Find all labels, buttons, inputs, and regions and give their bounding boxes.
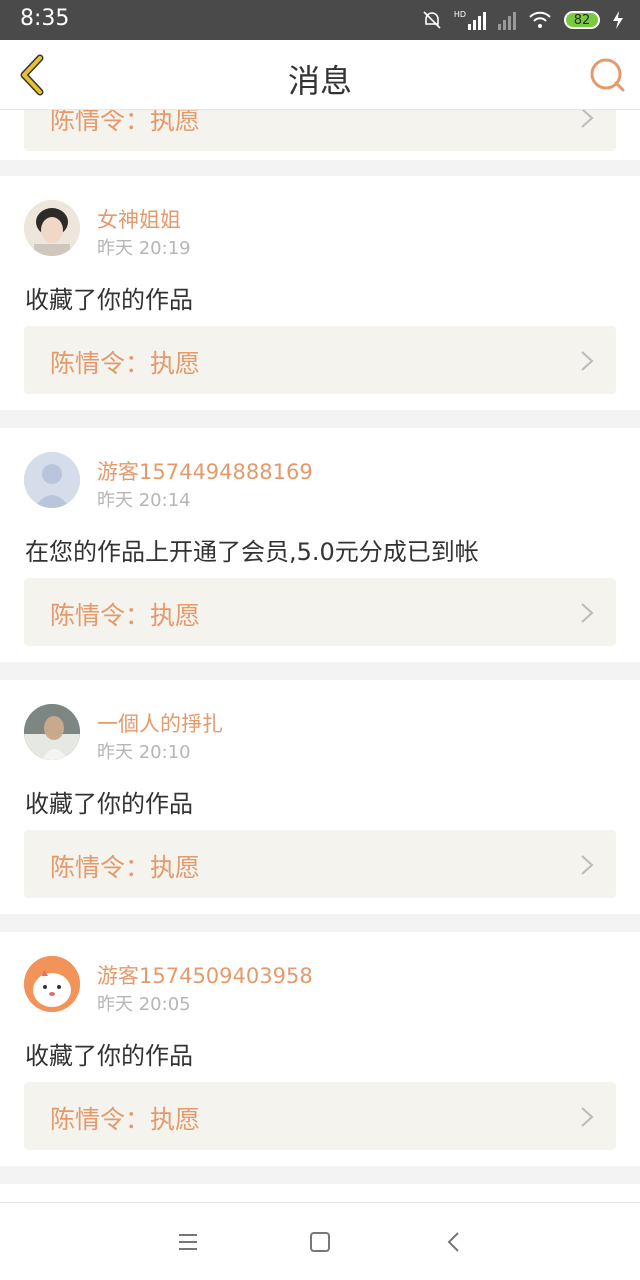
user-photo-icon <box>24 200 80 256</box>
message-list[interactable]: 陈情令：执愿 女神姐姐 昨天 20:19 收藏了你的作品 陈情令：执愿 游客15… <box>0 110 640 1202</box>
work-title: 陈情令：执愿 <box>50 601 201 630</box>
message-text: 收藏了你的作品 <box>25 1042 193 1070</box>
page-title: 消息 <box>287 62 352 100</box>
list-item: 陈情令：执愿 <box>0 110 640 160</box>
message-text: 在您的作品上开通了会员,5.0元分成已到帐 <box>25 538 479 566</box>
work-link[interactable]: 陈情令：执愿 <box>24 830 616 898</box>
chevron-right-icon <box>581 351 594 371</box>
message-time: 昨天 20:05 <box>97 994 191 1015</box>
network-label: HD <box>453 10 466 19</box>
work-link[interactable]: 陈情令：执愿 <box>24 1082 616 1150</box>
wifi-icon <box>529 11 551 28</box>
chevron-right-icon <box>581 110 594 128</box>
user-name[interactable]: 游客1574494888169 <box>97 456 313 486</box>
work-link[interactable]: 陈情令：执愿 <box>24 326 616 394</box>
work-title: 陈情令：执愿 <box>50 853 201 882</box>
message-time: 昨天 20:19 <box>97 238 191 259</box>
avatar[interactable] <box>24 704 80 760</box>
user-photo-icon <box>24 704 80 760</box>
user-name[interactable]: 游客1574509403958 <box>97 960 313 990</box>
charging-icon <box>613 11 623 29</box>
work-link[interactable]: 陈情令：执愿 <box>24 110 616 151</box>
message-time: 昨天 20:10 <box>97 742 191 763</box>
list-item <box>0 1184 640 1202</box>
list-item: 游客1574494888169 昨天 20:14 在您的作品上开通了会员,5.0… <box>0 428 640 662</box>
avatar[interactable] <box>24 200 80 256</box>
avatar[interactable] <box>24 452 80 508</box>
system-nav-bar <box>0 1202 640 1280</box>
mute-bell-icon <box>423 11 441 29</box>
status-bar: 8:35 HD 82 <box>0 0 640 40</box>
work-link[interactable]: 陈情令：执愿 <box>24 578 616 646</box>
battery-icon: 82 <box>564 11 600 29</box>
work-title: 陈情令：执愿 <box>50 1105 201 1134</box>
status-time: 8:35 <box>20 6 70 31</box>
message-text: 收藏了你的作品 <box>25 790 193 818</box>
chevron-right-icon <box>581 1107 594 1127</box>
list-item: 女神姐姐 昨天 20:19 收藏了你的作品 陈情令：执愿 <box>0 176 640 410</box>
work-title: 陈情令：执愿 <box>50 110 201 135</box>
menu-icon[interactable] <box>175 1229 201 1255</box>
user-name[interactable]: 女神姐姐 <box>97 204 181 234</box>
home-square-icon[interactable] <box>307 1229 333 1255</box>
app-header: 消息 <box>0 40 640 110</box>
signal-weak-icon <box>498 10 516 30</box>
message-time: 昨天 20:14 <box>97 490 191 511</box>
hd-signal-icon: HD <box>454 10 486 30</box>
list-item: 一個人的掙扎 昨天 20:10 收藏了你的作品 陈情令：执愿 <box>0 680 640 914</box>
user-name[interactable]: 一個人的掙扎 <box>97 708 223 738</box>
back-triangle-icon[interactable] <box>441 1229 467 1255</box>
work-title: 陈情令：执愿 <box>50 349 201 378</box>
default-avatar-icon <box>24 452 80 508</box>
list-item: 游客1574509403958 昨天 20:05 收藏了你的作品 陈情令：执愿 <box>0 932 640 1166</box>
avatar[interactable] <box>24 956 80 1012</box>
chevron-right-icon <box>581 855 594 875</box>
message-text: 收藏了你的作品 <box>25 286 193 314</box>
chevron-right-icon <box>581 603 594 623</box>
status-icons: HD 82 <box>422 8 624 32</box>
chat-bubble-icon[interactable] <box>588 56 626 94</box>
cartoon-avatar-icon <box>24 956 80 1012</box>
